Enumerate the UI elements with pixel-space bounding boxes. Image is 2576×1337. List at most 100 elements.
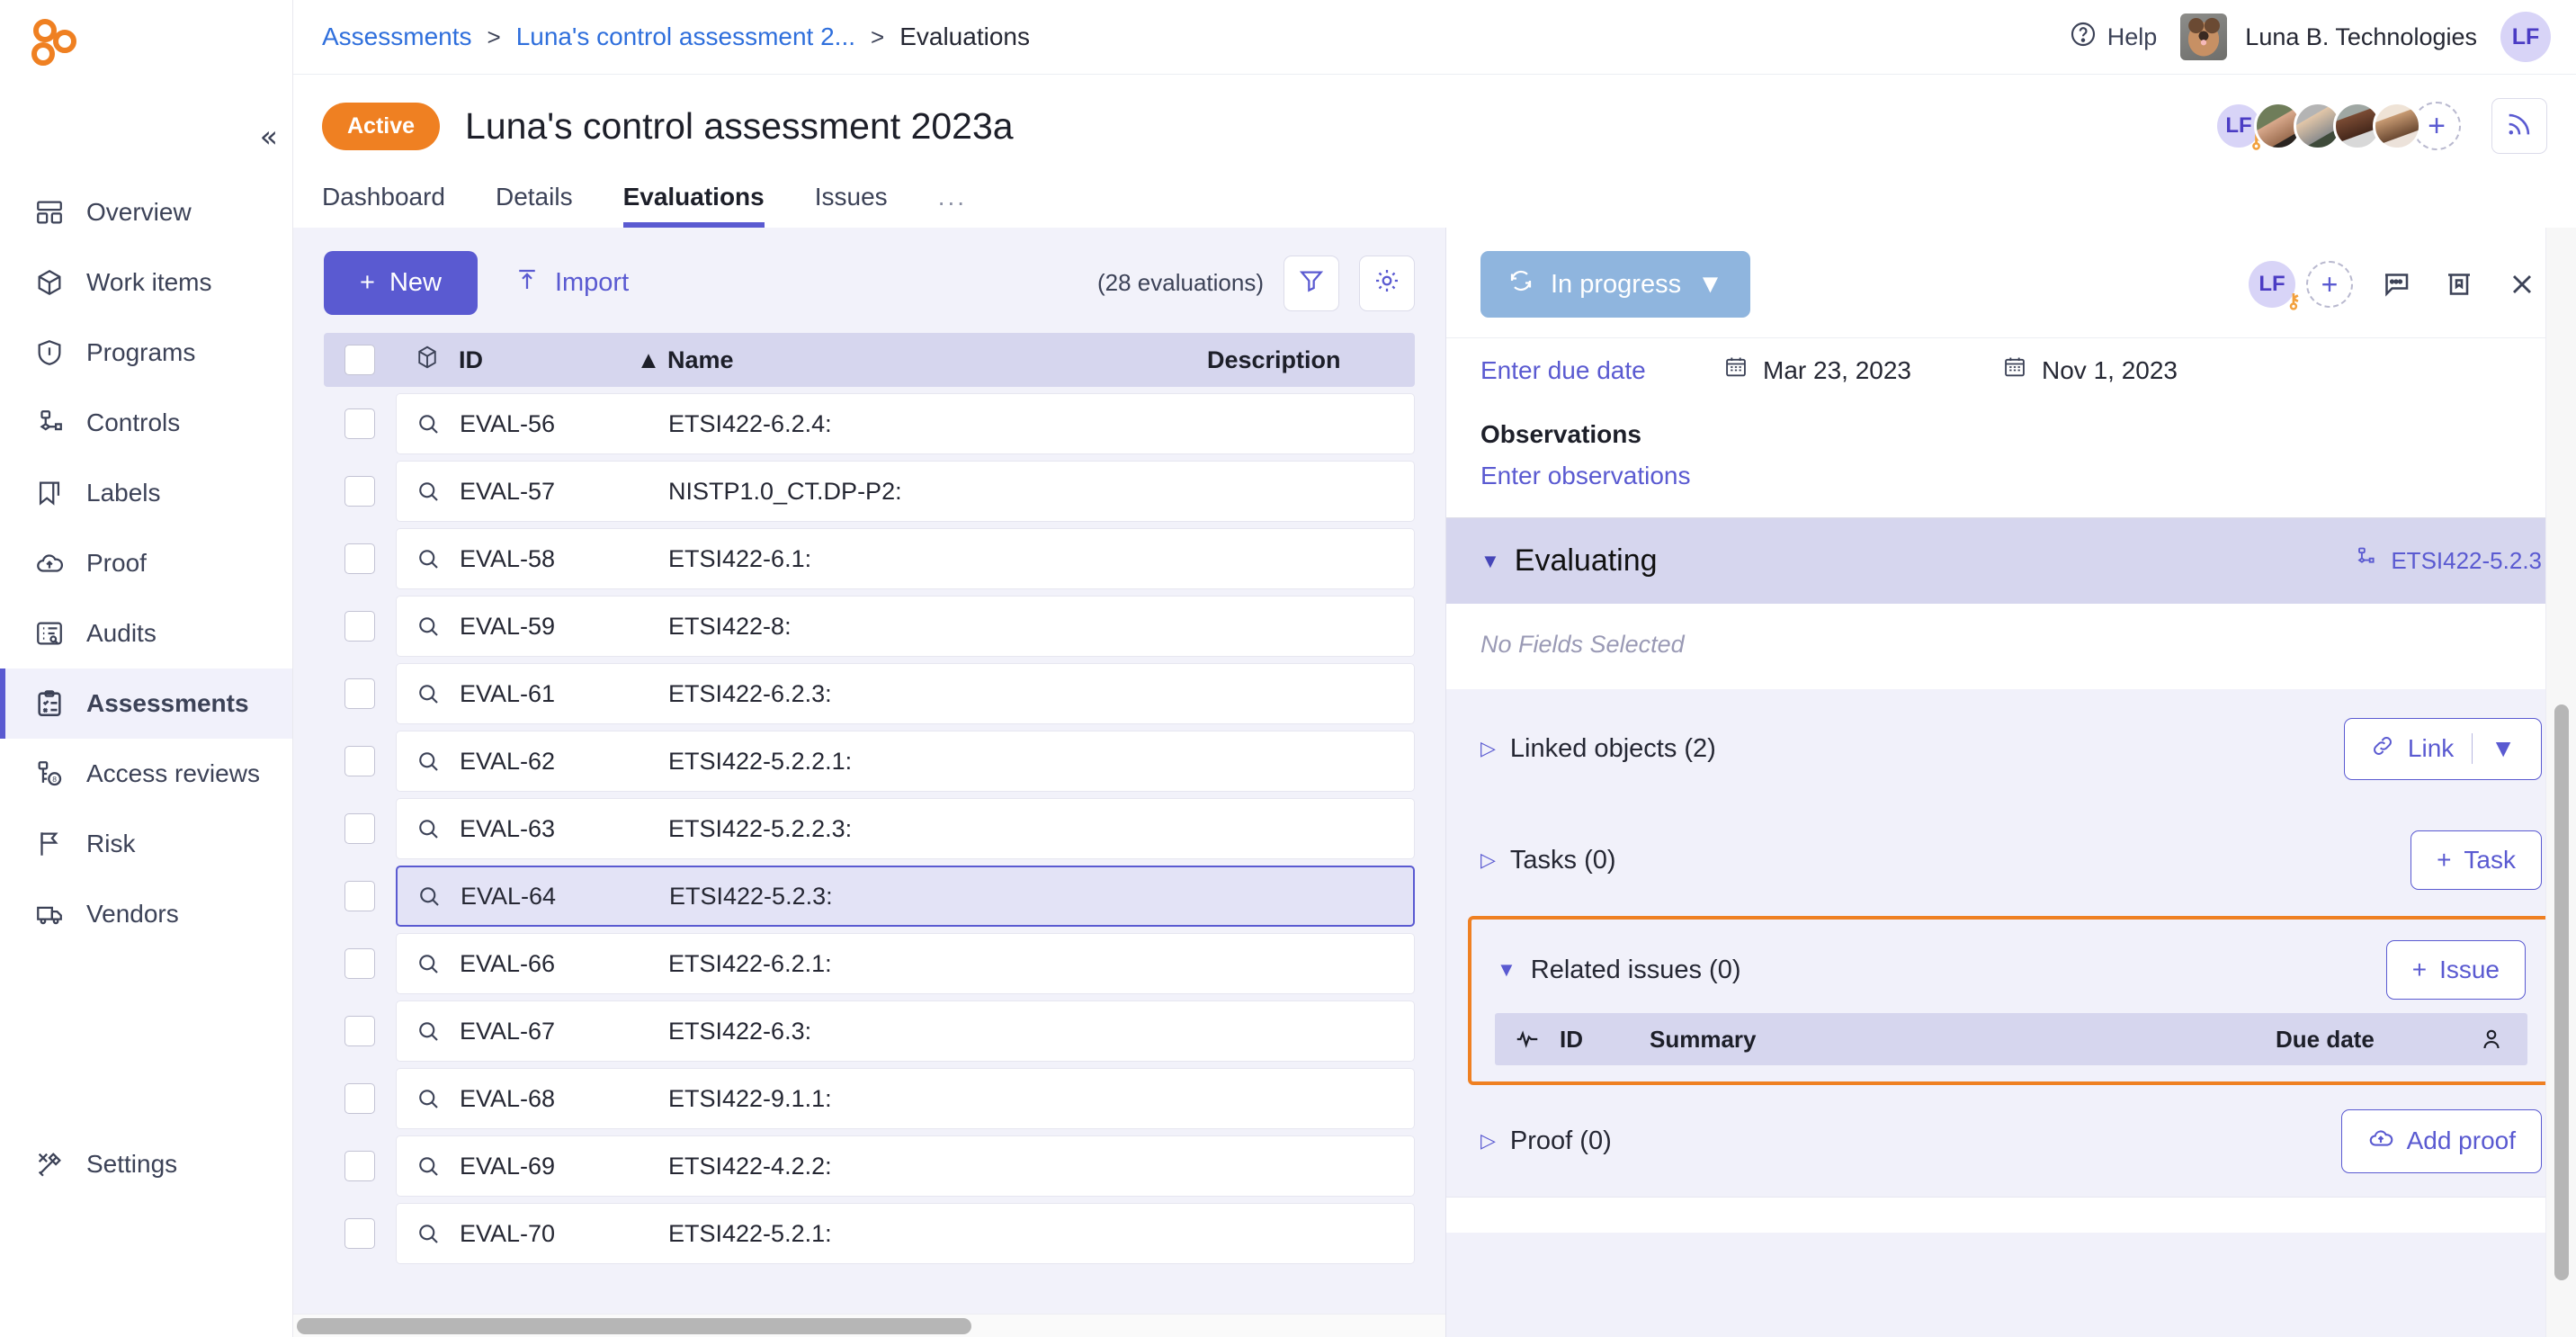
row-checkbox[interactable] bbox=[344, 476, 375, 507]
tab-overflow-menu[interactable]: ... bbox=[938, 183, 967, 228]
table-settings-button[interactable] bbox=[1359, 255, 1415, 311]
magnifier-icon[interactable] bbox=[397, 1220, 460, 1247]
new-evaluation-button[interactable]: + New bbox=[324, 251, 478, 315]
user-avatar[interactable]: LF bbox=[2500, 12, 2551, 62]
row-checkbox[interactable] bbox=[344, 408, 375, 439]
magnifier-icon[interactable] bbox=[397, 950, 460, 977]
sidebar-item-assessments[interactable]: Assessments bbox=[0, 668, 292, 739]
issues-column-due-date[interactable]: Due date bbox=[2276, 1026, 2455, 1054]
row-checkbox[interactable] bbox=[344, 813, 375, 844]
breadcrumb-assessment-name[interactable]: Luna's control assessment 2... bbox=[516, 22, 855, 51]
magnifier-icon[interactable] bbox=[397, 1153, 460, 1180]
table-row[interactable]: EVAL-58 ETSI422-6.1: bbox=[324, 528, 1415, 589]
chevron-down-icon[interactable]: ▼ bbox=[2491, 734, 2516, 763]
row-checkbox[interactable] bbox=[344, 611, 375, 642]
linked-objects-section[interactable]: ▷ Linked objects (2) Link ▼ bbox=[1446, 693, 2576, 804]
avatar[interactable] bbox=[2373, 102, 2421, 150]
issues-column-id[interactable]: ID bbox=[1560, 1026, 1650, 1054]
table-row[interactable]: EVAL-59 ETSI422-8: bbox=[324, 596, 1415, 657]
add-task-button[interactable]: + Task bbox=[2411, 830, 2542, 890]
row-checkbox[interactable] bbox=[344, 543, 375, 574]
magnifier-icon[interactable] bbox=[397, 545, 460, 572]
breadcrumb-assessments[interactable]: Assessments bbox=[322, 22, 472, 51]
row-checkbox[interactable] bbox=[344, 1083, 375, 1114]
row-checkbox[interactable] bbox=[344, 1016, 375, 1046]
table-row[interactable]: EVAL-70 ETSI422-5.2.1: bbox=[324, 1203, 1415, 1264]
column-header-id[interactable]: ID bbox=[459, 346, 630, 374]
table-row[interactable]: EVAL-56 ETSI422-6.2.4: bbox=[324, 393, 1415, 454]
org-switcher[interactable]: Luna B. Technologies bbox=[2180, 13, 2477, 60]
status-badge[interactable]: Active bbox=[322, 102, 441, 150]
tab-dashboard[interactable]: Dashboard bbox=[322, 183, 445, 228]
add-issue-button[interactable]: + Issue bbox=[2385, 940, 2526, 1000]
close-icon[interactable] bbox=[2502, 265, 2542, 304]
sidebar-item-audits[interactable]: Audits bbox=[0, 598, 292, 668]
link-button[interactable]: Link ▼ bbox=[2343, 717, 2542, 780]
row-checkbox[interactable] bbox=[344, 1151, 375, 1181]
tab-evaluations[interactable]: Evaluations bbox=[622, 183, 765, 228]
table-row[interactable]: EVAL-69 ETSI422-4.2.2: bbox=[324, 1135, 1415, 1197]
app-logo[interactable] bbox=[25, 16, 81, 72]
archive-icon[interactable] bbox=[2439, 265, 2479, 304]
table-row[interactable]: EVAL-62 ETSI422-5.2.2.1: bbox=[324, 731, 1415, 792]
column-header-description[interactable]: Description bbox=[1207, 346, 1415, 374]
tab-details[interactable]: Details bbox=[496, 183, 573, 228]
add-assignee-button[interactable]: + bbox=[2306, 261, 2353, 308]
magnifier-icon[interactable] bbox=[397, 478, 460, 505]
column-header-name[interactable]: Name bbox=[667, 346, 1207, 374]
assignee-avatar[interactable]: LF ⚷ bbox=[2249, 261, 2301, 312]
sidebar-item-proof[interactable]: Proof bbox=[0, 528, 292, 598]
magnifier-icon[interactable] bbox=[397, 815, 460, 842]
evaluating-section-header[interactable]: ▼ Evaluating ETSI422-5.2.3 bbox=[1446, 517, 2576, 604]
table-row[interactable]: EVAL-64 ETSI422-5.2.3: bbox=[324, 866, 1415, 927]
tab-issues[interactable]: Issues bbox=[815, 183, 888, 228]
magnifier-icon[interactable] bbox=[397, 613, 460, 640]
magnifier-icon[interactable] bbox=[397, 680, 460, 707]
import-button[interactable]: Import bbox=[514, 266, 629, 301]
sort-ascending-icon[interactable]: ▲ bbox=[630, 346, 667, 374]
start-date-field[interactable]: Mar 23, 2023 bbox=[1723, 354, 2002, 386]
magnifier-icon[interactable] bbox=[398, 883, 461, 910]
magnifier-icon[interactable] bbox=[397, 410, 460, 437]
tasks-section[interactable]: ▷ Tasks (0) + Task bbox=[1446, 804, 2576, 916]
add-proof-button[interactable]: Add proof bbox=[2340, 1108, 2542, 1173]
collapse-sidebar-button[interactable]: « bbox=[260, 121, 278, 151]
table-row[interactable]: EVAL-61 ETSI422-6.2.3: bbox=[324, 663, 1415, 724]
table-row[interactable]: EVAL-68 ETSI422-9.1.1: bbox=[324, 1068, 1415, 1129]
table-row[interactable]: EVAL-57 NISTP1.0_CT.DP-P2: bbox=[324, 461, 1415, 522]
magnifier-icon[interactable] bbox=[397, 1085, 460, 1112]
table-row[interactable]: EVAL-63 ETSI422-5.2.2.3: bbox=[324, 798, 1415, 859]
row-checkbox[interactable] bbox=[344, 881, 375, 911]
end-date-field[interactable]: Nov 1, 2023 bbox=[2002, 354, 2281, 386]
sidebar-item-programs[interactable]: Programs bbox=[0, 318, 292, 388]
sidebar-item-vendors[interactable]: Vendors bbox=[0, 879, 292, 949]
sidebar-item-labels[interactable]: Labels bbox=[0, 458, 292, 528]
vertical-scrollbar-thumb[interactable] bbox=[2554, 704, 2569, 1280]
magnifier-icon[interactable] bbox=[397, 1018, 460, 1045]
row-checkbox[interactable] bbox=[344, 746, 375, 776]
sidebar-item-controls[interactable]: Controls bbox=[0, 388, 292, 458]
select-all-checkbox[interactable] bbox=[344, 345, 375, 375]
row-checkbox[interactable] bbox=[344, 1218, 375, 1249]
sidebar-item-risk[interactable]: Risk bbox=[0, 809, 292, 879]
due-date-input[interactable]: Enter due date bbox=[1480, 356, 1723, 385]
table-row[interactable]: EVAL-66 ETSI422-6.2.1: bbox=[324, 933, 1415, 994]
filter-button[interactable] bbox=[1284, 255, 1339, 311]
sidebar-item-settings[interactable]: Settings bbox=[0, 1129, 292, 1199]
magnifier-icon[interactable] bbox=[397, 748, 460, 775]
sidebar-item-overview[interactable]: Overview bbox=[0, 177, 292, 247]
row-checkbox[interactable] bbox=[344, 678, 375, 709]
related-issues-header[interactable]: ▼ Related issues (0) + Issue bbox=[1484, 932, 2538, 1008]
rss-feed-button[interactable] bbox=[2491, 98, 2547, 154]
row-checkbox[interactable] bbox=[344, 948, 375, 979]
comment-icon[interactable] bbox=[2376, 265, 2416, 304]
issues-column-summary[interactable]: Summary bbox=[1650, 1026, 2276, 1054]
sidebar-item-work-items[interactable]: Work items bbox=[0, 247, 292, 318]
sidebar-item-access-reviews[interactable]: 8 Access reviews bbox=[0, 739, 292, 809]
horizontal-scrollbar[interactable] bbox=[293, 1314, 1445, 1337]
status-dropdown[interactable]: In progress ▼ bbox=[1480, 251, 1750, 318]
observations-input[interactable]: Enter observations bbox=[1480, 462, 2542, 490]
help-button[interactable]: Help bbox=[2069, 20, 2157, 55]
evaluating-reference[interactable]: ETSI422-5.2.3 bbox=[2353, 545, 2542, 577]
table-row[interactable]: EVAL-67 ETSI422-6.3: bbox=[324, 1001, 1415, 1062]
